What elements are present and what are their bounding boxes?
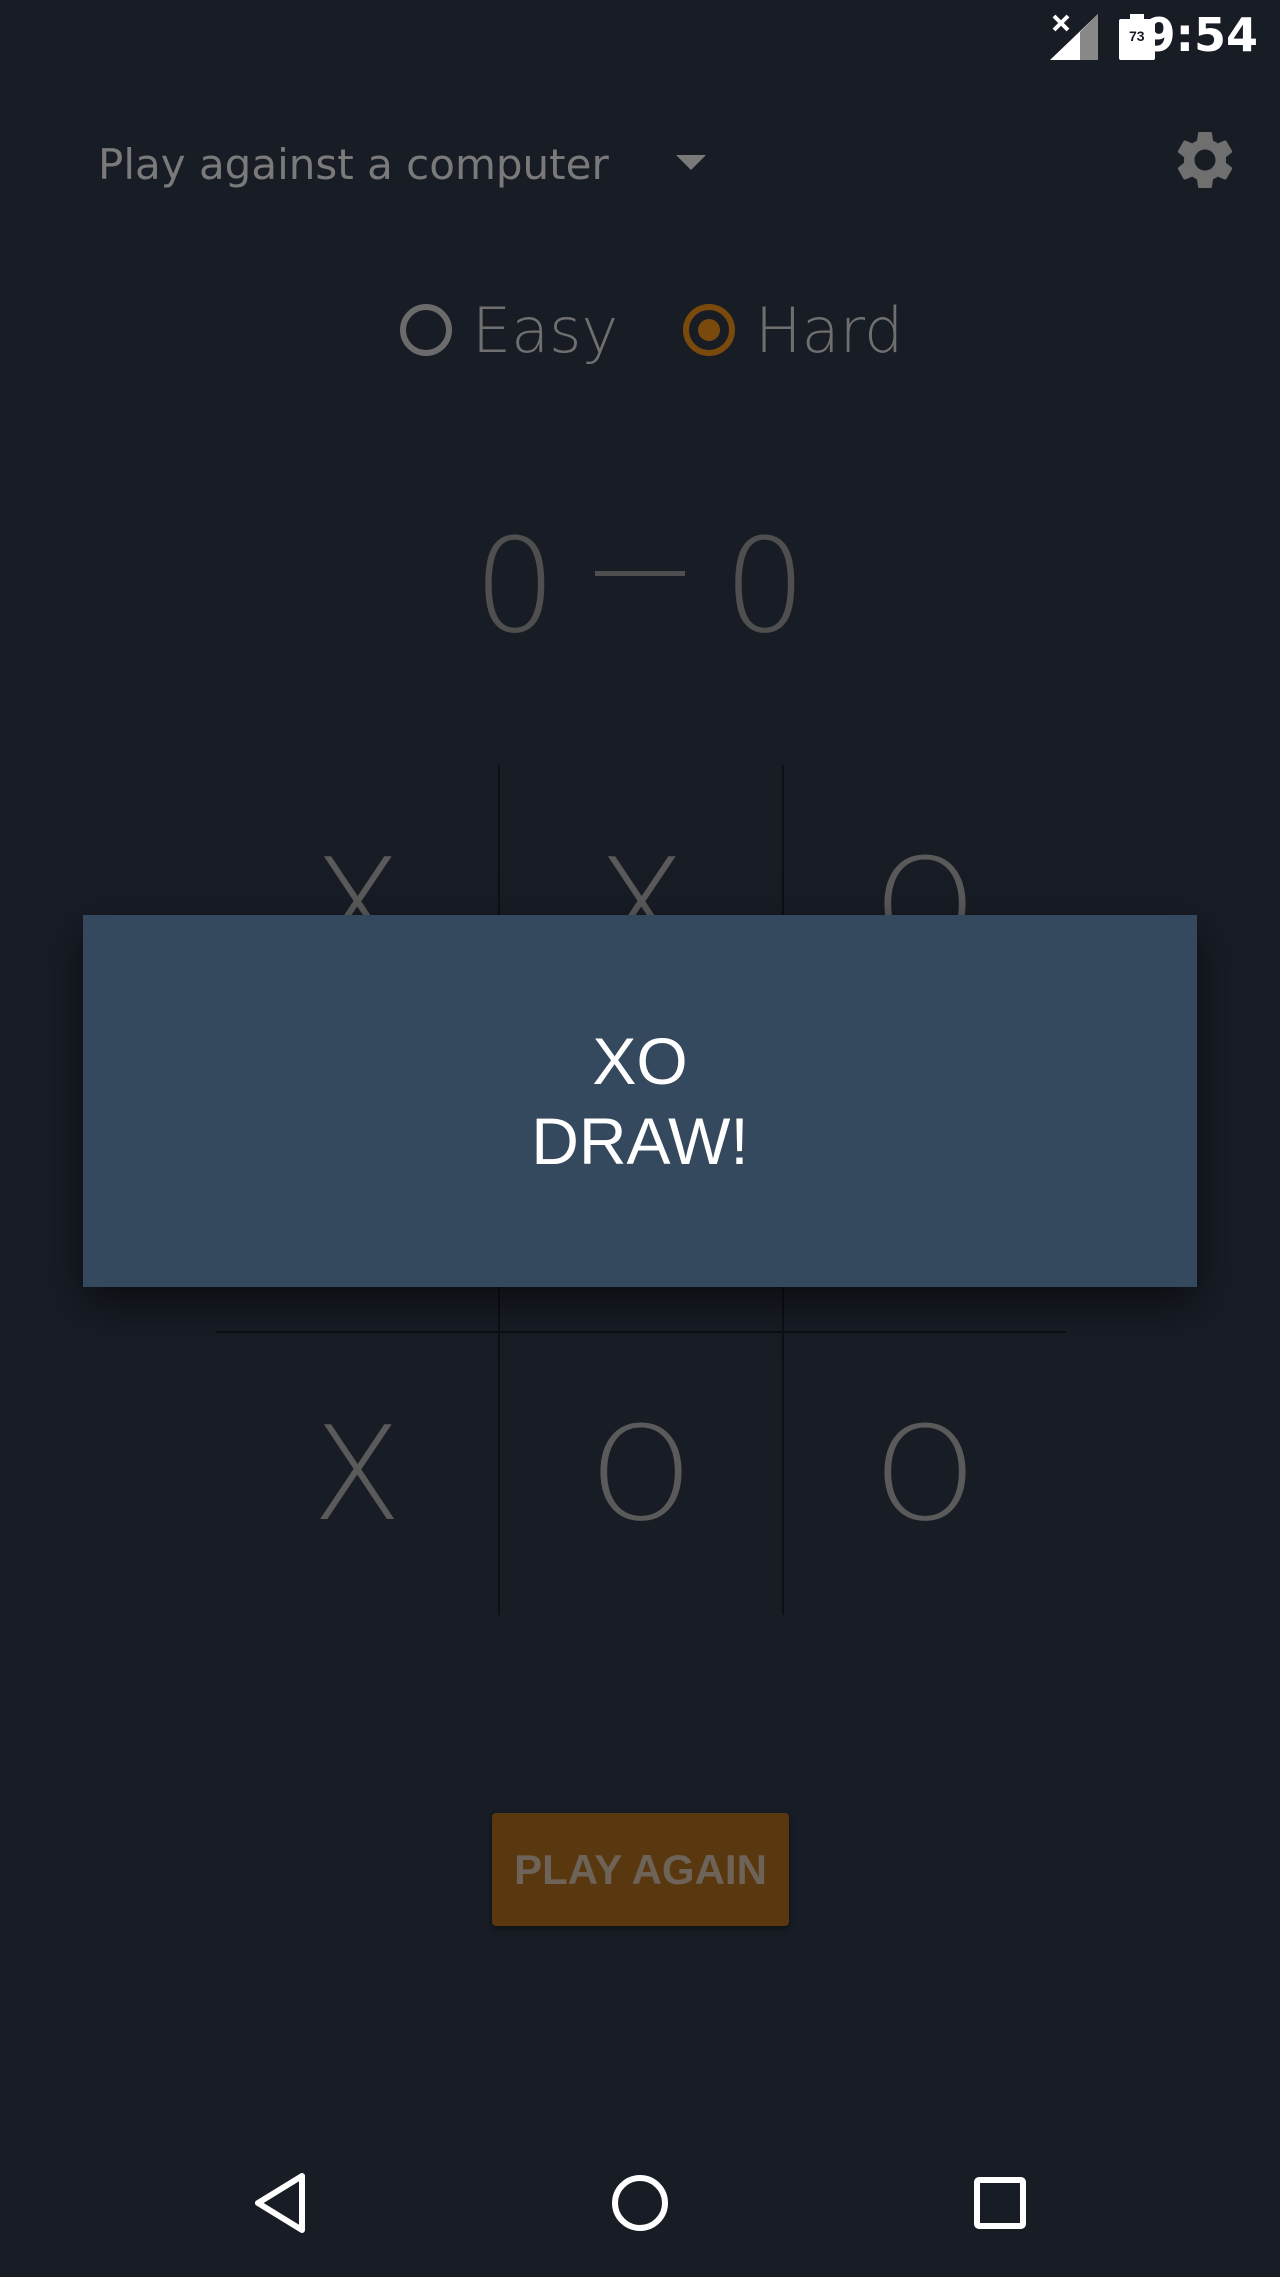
opponent-score: 0 xyxy=(723,510,807,662)
back-icon[interactable] xyxy=(252,2172,308,2234)
gear-icon xyxy=(1177,131,1233,188)
dialog-message: DRAW! xyxy=(531,1104,749,1178)
player-score: 0 xyxy=(473,510,557,662)
board-cell[interactable]: X xyxy=(216,1333,498,1615)
radio-checked-icon xyxy=(683,304,735,356)
radio-unchecked-icon xyxy=(400,304,452,356)
settings-button[interactable] xyxy=(1170,125,1240,195)
chevron-down-icon xyxy=(676,155,706,170)
signal-icon xyxy=(1050,14,1098,60)
radio-easy-label: Easy xyxy=(472,293,619,367)
status-bar: 73 9:54 xyxy=(0,0,1280,75)
board-cell[interactable]: O xyxy=(784,1333,1066,1615)
result-dialog[interactable]: XO DRAW! xyxy=(83,915,1197,1287)
board-cell[interactable]: O xyxy=(500,1333,782,1615)
radio-hard-label: Hard xyxy=(755,293,904,367)
status-time: 9:54 xyxy=(1143,8,1258,62)
mode-dropdown[interactable]: Play against a computer xyxy=(98,128,728,208)
play-again-button[interactable]: PLAY AGAIN xyxy=(492,1813,789,1926)
home-icon[interactable] xyxy=(610,2173,670,2233)
radio-easy[interactable]: Easy xyxy=(400,285,618,375)
dialog-title: XO xyxy=(592,1024,688,1098)
radio-hard[interactable]: Hard xyxy=(683,285,903,375)
navigation-bar xyxy=(0,2130,1280,2277)
difficulty-radio-group: Easy Hard xyxy=(400,285,920,375)
score-separator xyxy=(595,571,685,576)
battery-level: 73 xyxy=(1129,28,1145,44)
mode-label: Play against a computer xyxy=(98,140,609,189)
recents-icon[interactable] xyxy=(974,2177,1026,2229)
